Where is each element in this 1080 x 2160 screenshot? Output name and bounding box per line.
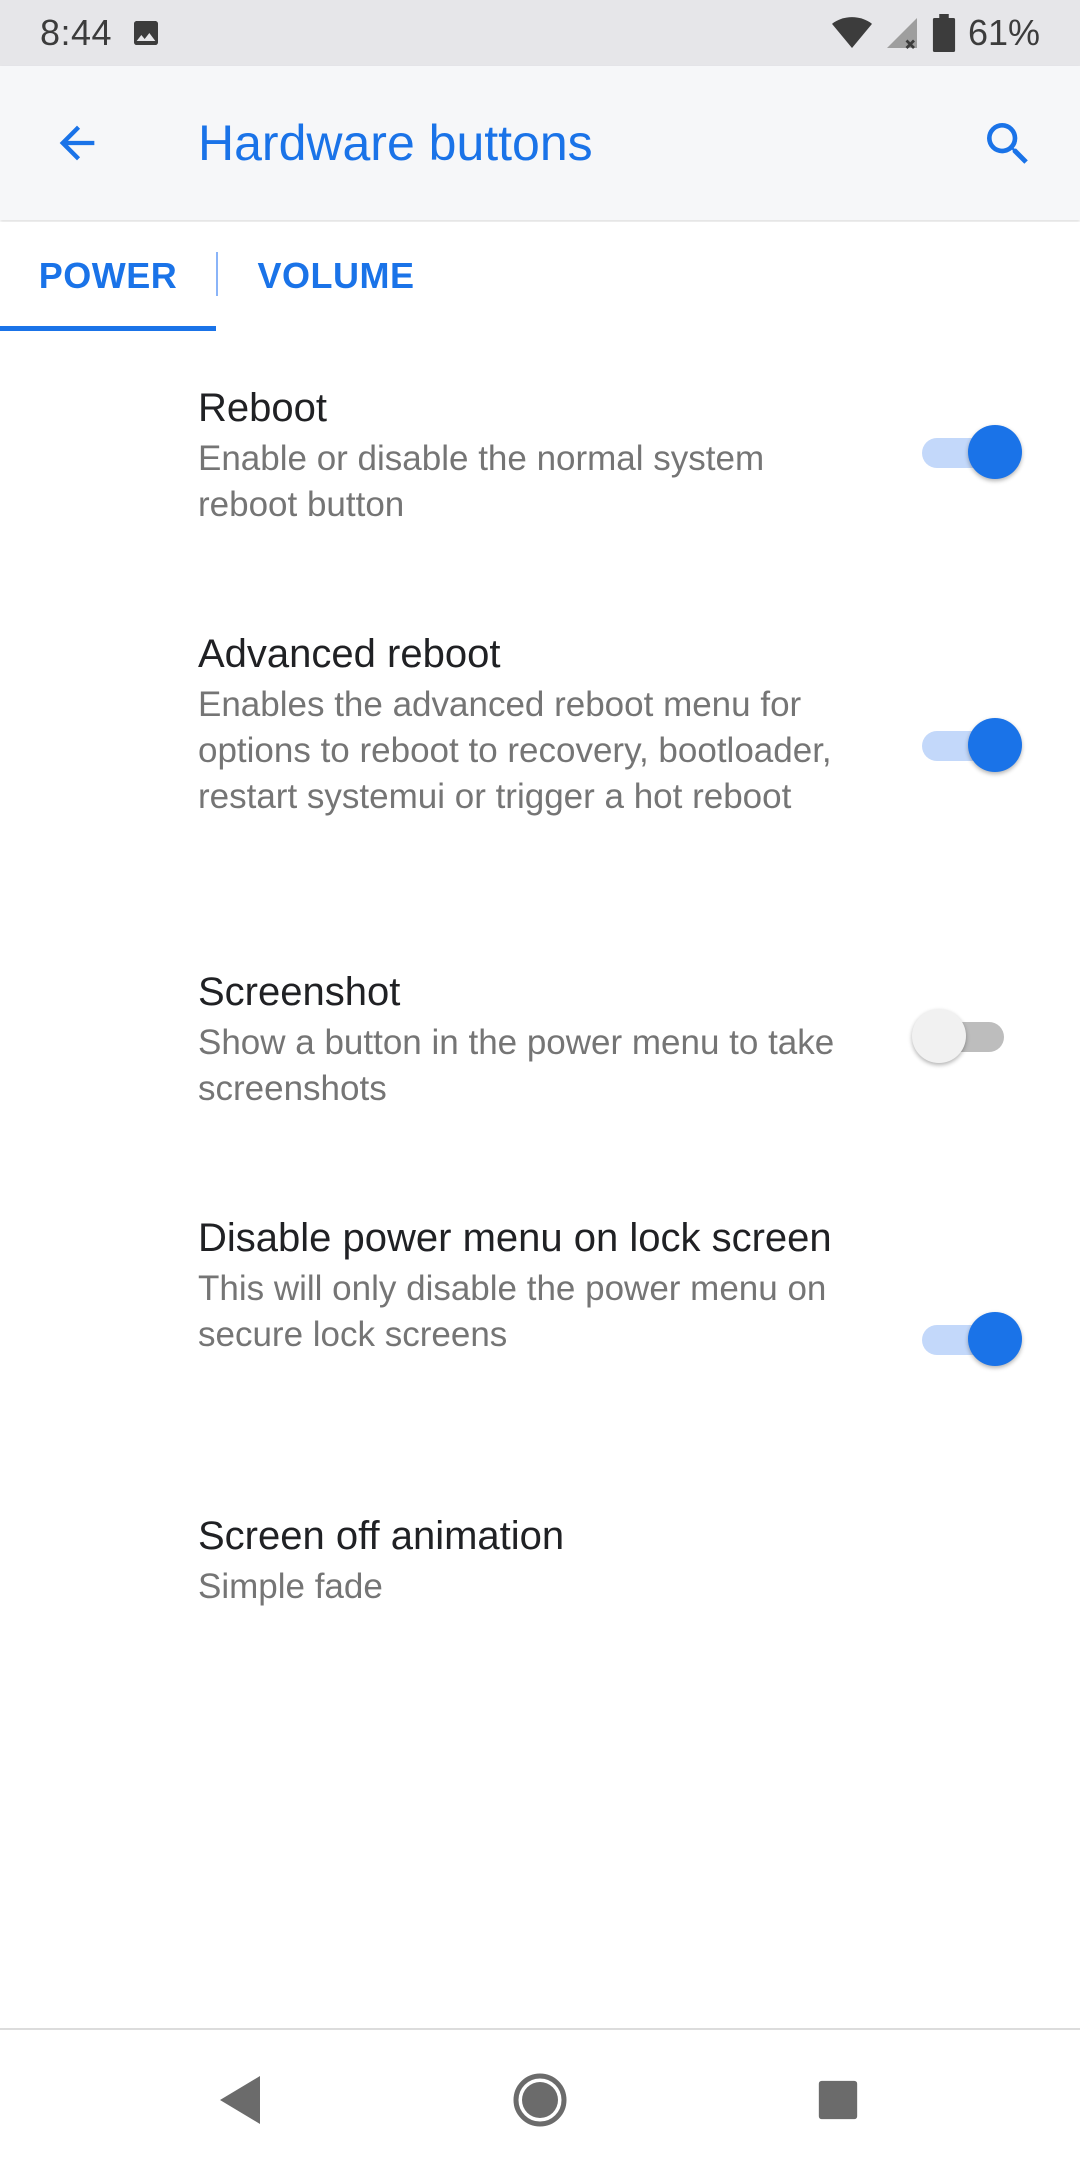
tab-bar: POWER VOLUME bbox=[0, 222, 1080, 331]
setting-summary: Enables the advanced reboot menu for opt… bbox=[198, 685, 832, 816]
nav-home-button[interactable] bbox=[500, 2060, 580, 2140]
setting-reboot-text: Reboot Enable or disable the normal syst… bbox=[198, 382, 864, 528]
screenshot-toggle[interactable] bbox=[912, 1006, 1022, 1066]
image-icon bbox=[134, 21, 159, 45]
page-title: Hardware buttons bbox=[198, 115, 593, 171]
back-arrow-icon bbox=[59, 125, 95, 161]
setting-screen-off-animation-text: Screen off animation Simple fade bbox=[198, 1510, 864, 1610]
wifi-icon bbox=[831, 17, 872, 48]
setting-title: Disable power menu on lock screen bbox=[198, 1216, 832, 1260]
setting-reboot[interactable]: Reboot Enable or disable the normal syst… bbox=[0, 370, 1080, 570]
setting-disable-power-menu-text: Disable power menu on lock screen This w… bbox=[198, 1212, 864, 1358]
battery-icon bbox=[932, 14, 956, 52]
setting-summary: Enable or disable the normal system rebo… bbox=[198, 439, 765, 524]
setting-screenshot[interactable]: Screenshot Show a button in the power me… bbox=[0, 954, 1080, 1154]
tab-power[interactable]: POWER bbox=[0, 222, 216, 330]
setting-title: Screenshot bbox=[198, 970, 401, 1014]
status-time: 8:44 bbox=[40, 12, 113, 53]
setting-summary: This will only disable the power menu on… bbox=[198, 1269, 827, 1354]
disable-power-menu-toggle[interactable] bbox=[912, 1309, 1022, 1369]
navigation-bar bbox=[0, 2030, 1080, 2160]
setting-disable-power-menu[interactable]: Disable power menu on lock screen This w… bbox=[0, 1200, 1080, 1450]
nav-home-icon bbox=[513, 2073, 567, 2127]
battery-percent: 61% bbox=[967, 12, 1040, 53]
setting-advanced-reboot-text: Advanced reboot Enables the advanced reb… bbox=[198, 628, 864, 820]
setting-screen-off-animation[interactable]: Screen off animation Simple fade bbox=[0, 1498, 1080, 1648]
tab-volume[interactable]: VOLUME bbox=[218, 222, 454, 330]
switch-thumb bbox=[968, 718, 1022, 772]
status-icons: 61% bbox=[831, 12, 1040, 54]
nav-recents-icon bbox=[818, 2080, 858, 2120]
switch-thumb bbox=[968, 425, 1022, 479]
app-bar: Hardware buttons bbox=[0, 66, 1080, 220]
nav-recents-button[interactable] bbox=[798, 2060, 878, 2140]
switch-thumb bbox=[968, 1312, 1022, 1366]
status-bar: 8:44 61% bbox=[0, 0, 1080, 66]
cell-signal-icon bbox=[886, 18, 917, 49]
search-button[interactable] bbox=[978, 114, 1038, 174]
setting-screenshot-text: Screenshot Show a button in the power me… bbox=[198, 966, 864, 1112]
nav-back-button[interactable] bbox=[200, 2060, 280, 2140]
setting-summary: Show a button in the power menu to take … bbox=[198, 1023, 835, 1108]
back-button[interactable] bbox=[46, 112, 108, 174]
reboot-toggle[interactable] bbox=[912, 422, 1022, 482]
setting-summary: Simple fade bbox=[198, 1567, 383, 1606]
nav-back-icon bbox=[220, 2076, 260, 2124]
search-icon bbox=[987, 123, 1028, 164]
setting-title: Reboot bbox=[198, 386, 327, 430]
setting-title: Advanced reboot bbox=[198, 632, 501, 676]
setting-advanced-reboot[interactable]: Advanced reboot Enables the advanced reb… bbox=[0, 616, 1080, 896]
advanced-reboot-toggle[interactable] bbox=[912, 715, 1022, 775]
setting-title: Screen off animation bbox=[198, 1514, 565, 1558]
switch-thumb bbox=[912, 1009, 966, 1063]
tab-selected-indicator bbox=[0, 326, 216, 331]
